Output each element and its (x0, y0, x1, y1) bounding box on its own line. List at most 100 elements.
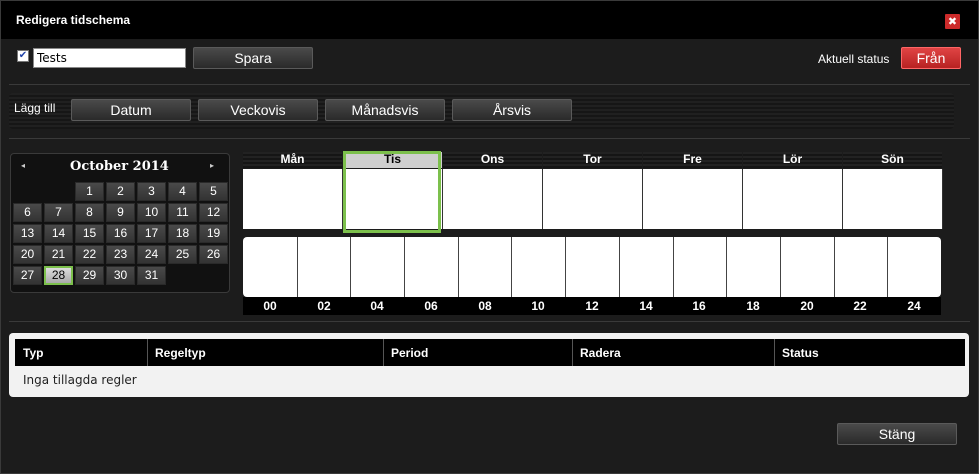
calendar-day[interactable]: 18 (168, 224, 197, 243)
calendar-day[interactable]: 16 (106, 224, 135, 243)
calendar-day[interactable]: 17 (137, 224, 166, 243)
column-divider (383, 339, 384, 366)
calendar-day[interactable]: 25 (168, 245, 197, 264)
hour-label: 00 (263, 299, 277, 313)
add-weekly-button[interactable]: Veckovis (198, 99, 318, 121)
weekday-header: Lör (743, 152, 842, 168)
calendar-day[interactable]: 2 (106, 182, 135, 201)
calendar-day[interactable]: 19 (199, 224, 228, 243)
hour-divider (565, 237, 566, 297)
column-header-type: Typ (23, 346, 44, 360)
weekday-header: Fre (643, 152, 742, 168)
weekday-header: Sön (843, 152, 942, 168)
hour-divider (887, 237, 888, 297)
calendar-day[interactable]: 6 (13, 203, 42, 222)
chevron-left-icon[interactable]: ◂ (21, 161, 25, 170)
column-divider (774, 339, 775, 366)
titlebar: Redigera tidschema ✖ (1, 1, 978, 39)
hour-label: 20 (800, 299, 814, 313)
close-icon[interactable]: ✖ (945, 14, 960, 29)
hour-grid (243, 237, 941, 297)
hour-divider (404, 237, 405, 297)
calendar-day-selected[interactable]: 28 (44, 266, 73, 285)
column-header-period: Period (391, 346, 429, 360)
hour-label: 12 (585, 299, 599, 313)
hour-label: 04 (370, 299, 384, 313)
enabled-checkbox[interactable]: ✔ (17, 50, 29, 62)
weekday-cell[interactable] (843, 169, 943, 229)
hour-label: 08 (478, 299, 492, 313)
chevron-right-icon[interactable]: ▸ (210, 161, 214, 170)
hour-label: 16 (692, 299, 706, 313)
dialog-title: Redigera tidschema (16, 13, 131, 27)
calendar-day[interactable]: 11 (168, 203, 197, 222)
status-toggle-button[interactable]: Från (901, 47, 961, 69)
status-label: Aktuell status (818, 52, 890, 66)
weekday-header: Ons (443, 152, 542, 168)
hour-divider (511, 237, 512, 297)
column-header-rule-type: Regeltyp (155, 346, 206, 360)
hour-divider (726, 237, 727, 297)
hour-label: 02 (317, 299, 331, 313)
calendar-day[interactable]: 26 (199, 245, 228, 264)
column-header-status: Status (782, 346, 819, 360)
calendar-day[interactable]: 24 (137, 245, 166, 264)
calendar-day[interactable]: 21 (44, 245, 73, 264)
selected-day-frame (343, 151, 441, 233)
hour-label: 14 (639, 299, 653, 313)
calendar-day[interactable]: 23 (106, 245, 135, 264)
calendar-month-title: October 2014 (70, 159, 169, 174)
calendar-day[interactable]: 30 (106, 266, 135, 285)
calendar-day[interactable]: 3 (137, 182, 166, 201)
weekday-cell[interactable] (743, 169, 843, 229)
schedule-name-input[interactable] (33, 48, 186, 68)
hour-label: 18 (746, 299, 760, 313)
divider (9, 321, 970, 322)
calendar-day[interactable]: 15 (75, 224, 104, 243)
calendar-day[interactable]: 7 (44, 203, 73, 222)
weekday-header: Tor (543, 152, 642, 168)
calendar-day[interactable]: 5 (199, 182, 228, 201)
divider (9, 138, 970, 139)
add-date-button[interactable]: Datum (71, 99, 191, 121)
calendar-day[interactable]: 4 (168, 182, 197, 201)
calendar-day[interactable]: 22 (75, 245, 104, 264)
hour-divider (780, 237, 781, 297)
calendar-day[interactable]: 27 (13, 266, 42, 285)
save-button[interactable]: Spara (193, 47, 313, 69)
calendar-day[interactable]: 8 (75, 203, 104, 222)
calendar-day[interactable]: 14 (44, 224, 73, 243)
column-divider (147, 339, 148, 366)
calendar-day[interactable]: 20 (13, 245, 42, 264)
hour-label: 22 (853, 299, 867, 313)
hour-divider (297, 237, 298, 297)
weekday-cell[interactable] (543, 169, 643, 229)
schedule-dialog: Redigera tidschema ✖ ✔ Spara Aktuell sta… (0, 0, 979, 474)
add-label: Lägg till (14, 101, 56, 115)
calendar-day[interactable]: 9 (106, 203, 135, 222)
close-button[interactable]: Stäng (837, 423, 957, 445)
hour-divider (673, 237, 674, 297)
hour-label: 06 (424, 299, 438, 313)
calendar-day[interactable]: 29 (75, 266, 104, 285)
calendar-day[interactable]: 12 (199, 203, 228, 222)
weekday-header: Mån (243, 152, 342, 168)
calendar-day[interactable]: 1 (75, 182, 104, 201)
column-divider (572, 339, 573, 366)
weekday-cell[interactable] (443, 169, 543, 229)
hour-divider (350, 237, 351, 297)
divider (9, 84, 970, 85)
hour-label: 10 (531, 299, 545, 313)
column-header-delete: Radera (580, 346, 621, 360)
calendar-day[interactable]: 31 (137, 266, 166, 285)
weekday-cell[interactable] (643, 169, 743, 229)
calendar-day[interactable]: 13 (13, 224, 42, 243)
hour-divider (458, 237, 459, 297)
calendar-day[interactable]: 10 (137, 203, 166, 222)
hour-divider (834, 237, 835, 297)
add-monthly-button[interactable]: Månadsvis (325, 99, 445, 121)
add-yearly-button[interactable]: Årsvis (452, 99, 572, 121)
rules-empty-message: Inga tillagda regler (23, 373, 137, 387)
weekday-cell[interactable] (243, 169, 343, 229)
hour-label: 24 (907, 299, 921, 313)
